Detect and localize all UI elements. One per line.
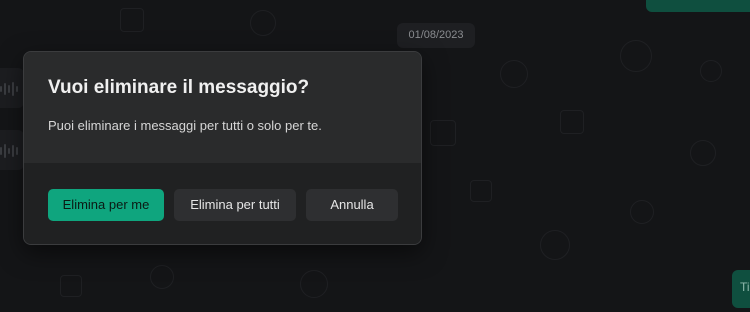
wallpaper-doodle: [120, 8, 144, 32]
wallpaper-doodle: [630, 200, 654, 224]
waveform-icon: [0, 144, 22, 158]
wallpaper-doodle: [540, 230, 570, 260]
wallpaper-doodle: [150, 265, 174, 289]
delete-for-all-button[interactable]: Elimina per tutti: [174, 189, 296, 221]
wallpaper-doodle: [500, 60, 528, 88]
date-separator: 01/08/2023: [397, 23, 475, 48]
dialog-message: Puoi eliminare i messaggi per tutti o so…: [48, 118, 322, 133]
wallpaper-doodle: [250, 10, 276, 36]
wallpaper-doodle: [430, 120, 456, 146]
wallpaper-doodle: [470, 180, 492, 202]
dialog-footer: Elimina per me Elimina per tutti Annulla: [24, 163, 421, 244]
cancel-button[interactable]: Annulla: [306, 189, 398, 221]
waveform-icon: [0, 82, 22, 96]
wallpaper-doodle: [690, 140, 716, 166]
delete-message-dialog: Vuoi eliminare il messaggio? Puoi elimin…: [23, 51, 422, 245]
wallpaper-doodle: [700, 60, 722, 82]
wallpaper-doodle: [560, 110, 584, 134]
outgoing-message-bubble[interactable]: [646, 0, 750, 12]
outgoing-message-bubble[interactable]: Ti: [732, 270, 750, 308]
dialog-body: Vuoi eliminare il messaggio? Puoi elimin…: [24, 52, 421, 163]
message-text: Ti: [740, 280, 750, 294]
wallpaper-doodle: [300, 270, 328, 298]
delete-for-me-button[interactable]: Elimina per me: [48, 189, 164, 221]
wallpaper-doodle: [60, 275, 82, 297]
dialog-title: Vuoi eliminare il messaggio?: [48, 77, 310, 98]
wallpaper-doodle: [620, 40, 652, 72]
